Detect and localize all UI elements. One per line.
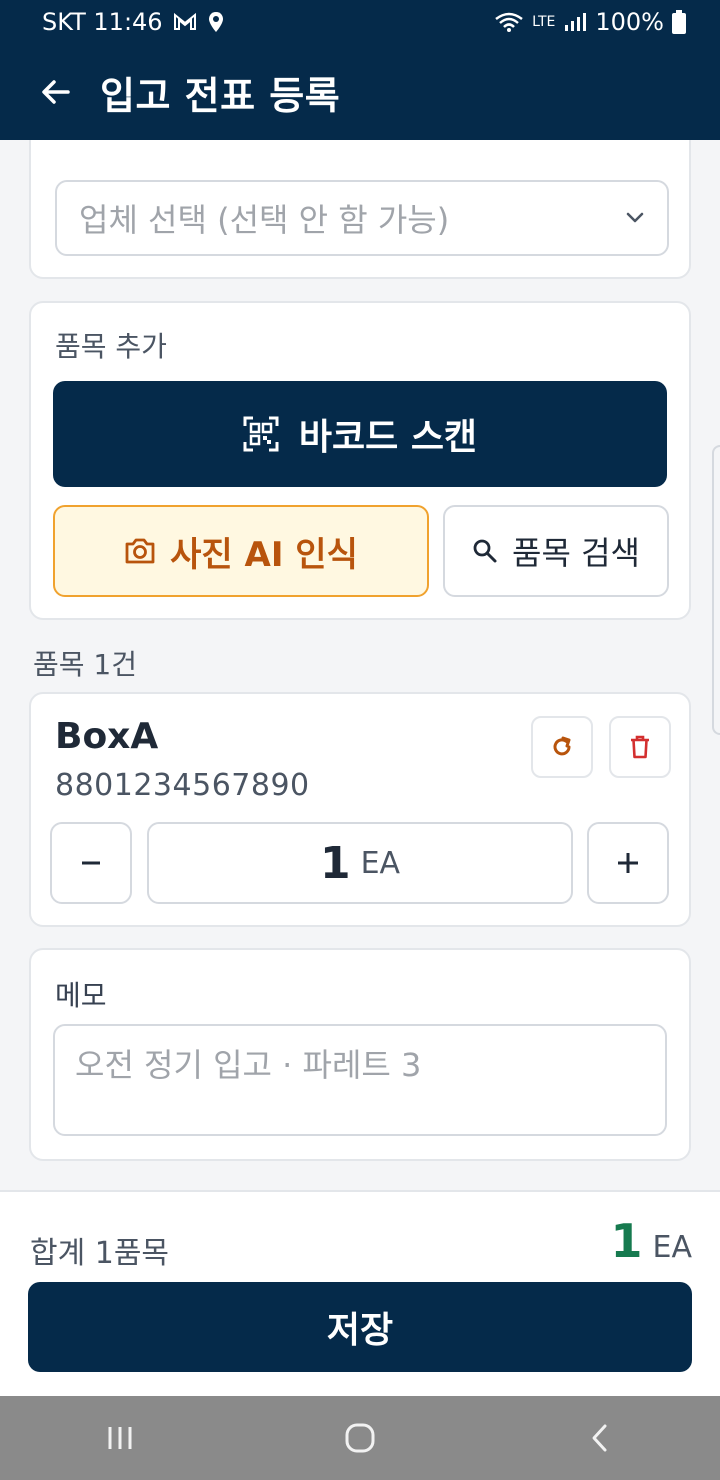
recent-apps-icon bbox=[108, 1427, 132, 1449]
system-back-button[interactable] bbox=[560, 1408, 640, 1468]
chevron-down-icon bbox=[626, 212, 644, 223]
network-type: LTE bbox=[532, 14, 556, 30]
refresh-icon bbox=[553, 736, 571, 756]
barcode-scan-label: 바코드 스캔 bbox=[298, 417, 478, 458]
camera-icon bbox=[125, 538, 155, 564]
add-item-card: 품목 추가 바코드 스캔 사진 AI 인식 품목 검색 bbox=[29, 301, 691, 620]
photo-ai-button[interactable]: 사진 AI 인식 bbox=[53, 505, 429, 597]
quantity-field[interactable]: 1 EA bbox=[147, 822, 573, 904]
refresh-button[interactable] bbox=[531, 716, 593, 778]
status-right: LTE 100% bbox=[494, 8, 686, 36]
barcode-scan-icon bbox=[243, 416, 279, 452]
page-title: 입고 전표 등록 bbox=[100, 73, 341, 118]
supplier-select[interactable]: 업체 선택 (선택 안 함 가능) bbox=[55, 180, 669, 256]
chevron-left-icon bbox=[592, 1424, 607, 1452]
carrier-time: SKT 11:46 bbox=[42, 8, 163, 36]
item-card: BoxA 8801234567890 1 EA bbox=[29, 692, 691, 927]
item-search-label: 품목 검색 bbox=[512, 534, 640, 572]
item-barcode: 8801234567890 bbox=[55, 768, 310, 803]
home-button[interactable] bbox=[320, 1408, 400, 1468]
item-count: 품목 1건 bbox=[33, 648, 137, 681]
add-item-label: 품목 추가 bbox=[55, 330, 167, 363]
scroll-indicator bbox=[712, 445, 720, 735]
signal-icon bbox=[563, 11, 587, 33]
save-button[interactable]: 저장 bbox=[28, 1282, 692, 1372]
search-icon bbox=[473, 539, 497, 563]
wifi-icon bbox=[494, 11, 524, 33]
increase-quantity-button[interactable] bbox=[587, 822, 669, 904]
item-search-button[interactable]: 품목 검색 bbox=[443, 505, 669, 597]
total-quantity-value: 1 bbox=[610, 1214, 643, 1268]
item-name: BoxA bbox=[55, 716, 159, 757]
form-content[interactable]: 업체 선택 (선택 안 함 가능) 품목 추가 바코드 스캔 사진 AI 인식 … bbox=[0, 140, 720, 1190]
battery-percent: 100% bbox=[595, 8, 664, 36]
gmail-icon bbox=[173, 12, 197, 32]
home-icon bbox=[345, 1423, 375, 1453]
total-quantity-unit: EA bbox=[652, 1230, 692, 1265]
total-label: 합계 1품목 bbox=[30, 1236, 170, 1271]
trash-icon bbox=[631, 735, 649, 759]
memo-card: 메모 오전 정기 입고 · 파레트 3 bbox=[29, 948, 691, 1161]
status-bar: SKT 11:46 LTE 100% bbox=[0, 0, 720, 44]
minus-icon bbox=[82, 861, 100, 865]
delete-button[interactable] bbox=[609, 716, 671, 778]
system-nav-bar bbox=[0, 1396, 720, 1480]
status-left: SKT 11:46 bbox=[42, 8, 225, 36]
quantity-value: 1 bbox=[319, 837, 351, 889]
app-bar: 입고 전표 등록 bbox=[0, 44, 720, 140]
photo-ai-label: 사진 AI 인식 bbox=[170, 534, 358, 575]
barcode-scan-button[interactable]: 바코드 스캔 bbox=[53, 381, 667, 487]
plus-icon bbox=[618, 853, 638, 873]
back-button[interactable] bbox=[36, 72, 76, 112]
location-icon bbox=[207, 11, 225, 33]
memo-label: 메모 bbox=[55, 979, 107, 1012]
total-quantity: 1 EA bbox=[611, 1214, 693, 1268]
battery-icon bbox=[672, 10, 686, 34]
decrease-quantity-button[interactable] bbox=[50, 822, 132, 904]
bottom-bar: 합계 1품목 1 EA 저장 bbox=[0, 1190, 720, 1396]
arrow-left-icon bbox=[42, 80, 70, 104]
quantity-unit: EA bbox=[360, 845, 401, 881]
supplier-select-placeholder: 업체 선택 (선택 안 함 가능) bbox=[79, 201, 450, 239]
recent-apps-button[interactable] bbox=[80, 1408, 160, 1468]
memo-input[interactable]: 오전 정기 입고 · 파레트 3 bbox=[53, 1024, 667, 1136]
supplier-card: 업체 선택 (선택 안 함 가능) bbox=[29, 140, 691, 279]
